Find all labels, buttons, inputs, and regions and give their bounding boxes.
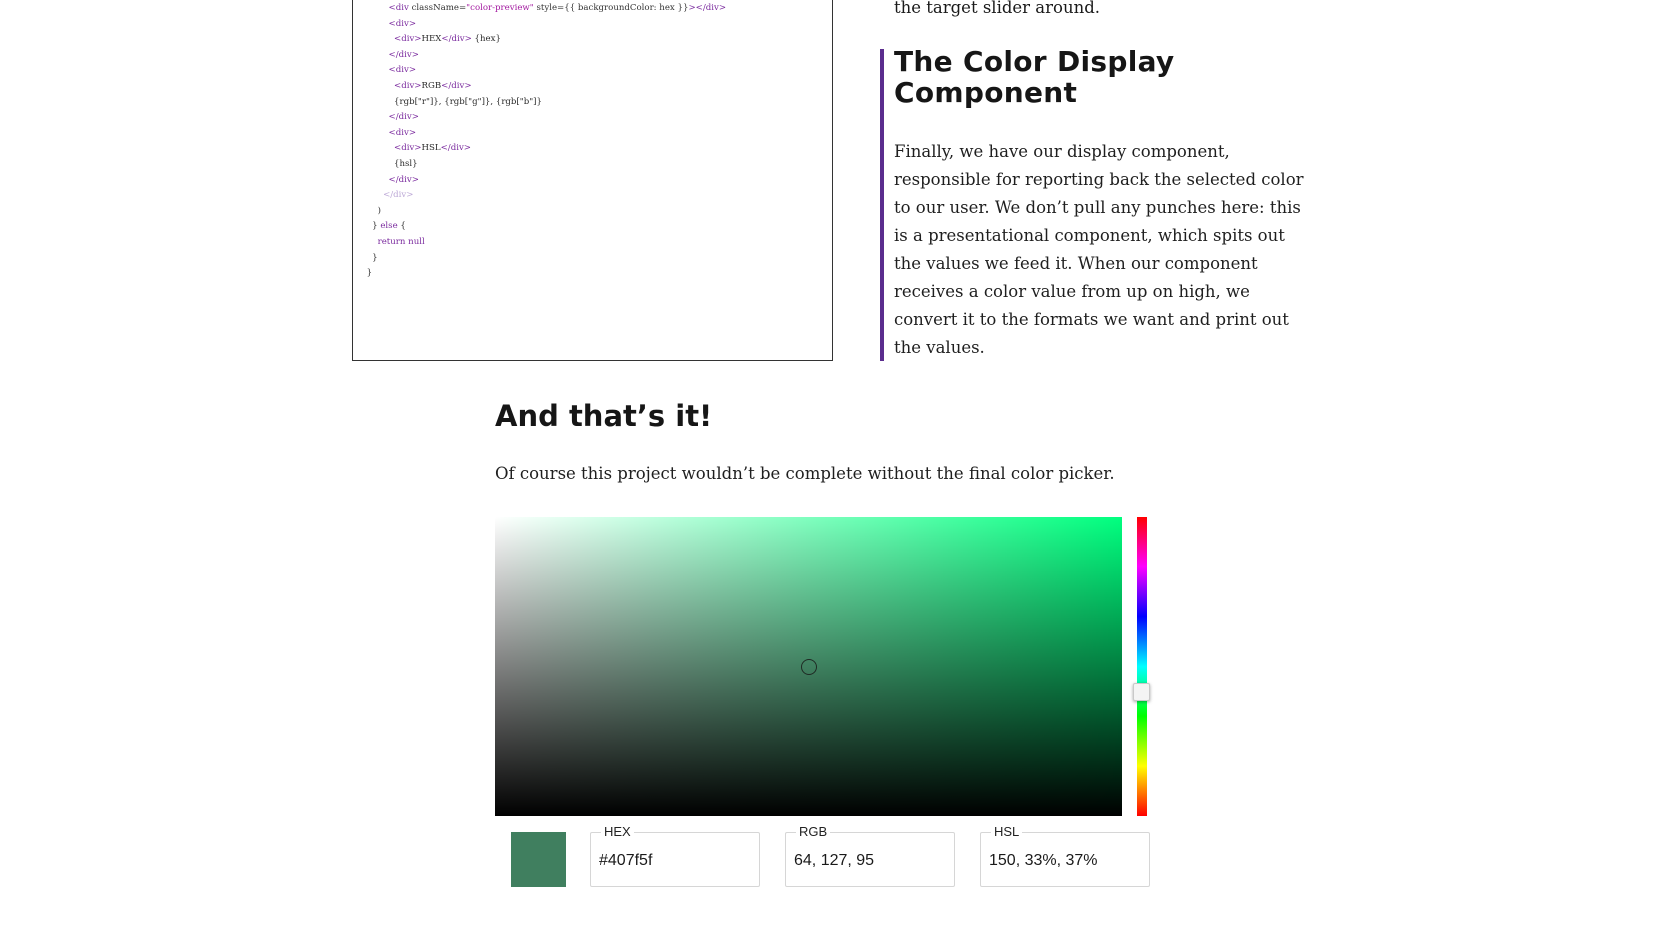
code-line: <div>RGB</div> — [353, 79, 726, 95]
code-token: <div — [388, 3, 412, 13]
code-token: {hex} — [471, 34, 501, 45]
code-line: {rgb["r"]}, {rgb["g"]}, {rgb["b"]} — [353, 95, 726, 111]
rgb-input[interactable] — [794, 851, 944, 871]
hue-slider[interactable] — [1137, 517, 1147, 816]
color-preview-swatch — [511, 832, 566, 887]
code-token: return null — [377, 236, 425, 247]
code-token: style={{ backgroundColor: hex }} — [533, 3, 689, 13]
hex-field: HEX — [590, 824, 760, 887]
code-token: } — [366, 268, 373, 279]
code-screenshot: <div className="color-preview" style={{ … — [352, 0, 833, 361]
rgb-field: RGB — [785, 824, 955, 887]
code-line: </div> — [353, 188, 726, 204]
code-line: ) — [353, 204, 726, 220]
code-line: return null — [353, 235, 726, 251]
code-line: } — [353, 251, 726, 267]
code-token: </div> — [440, 143, 472, 154]
code-token: ></div> — [688, 3, 727, 13]
code-line: <div> — [353, 63, 726, 79]
code-token: <div> — [394, 34, 422, 45]
color-cursor[interactable] — [800, 658, 817, 675]
code-token: else — [380, 221, 398, 232]
code-line: </div> — [353, 173, 726, 189]
code-token: </div> — [388, 174, 419, 185]
code-token: RGB — [421, 80, 442, 91]
code-line: } else { — [353, 219, 726, 235]
code-token: <div> — [388, 127, 417, 138]
section-paragraph: Finally, we have our display component, … — [894, 142, 1304, 357]
previous-paragraph-tail: the target slider around. — [894, 0, 1101, 17]
code-line: <div>HEX</div> {hex} — [353, 32, 726, 48]
code-token: <div> — [394, 143, 422, 154]
hex-input[interactable] — [599, 851, 749, 871]
code-token: className= — [411, 3, 467, 13]
code-token: </div> — [441, 80, 472, 91]
code-token: HEX — [421, 34, 442, 45]
code-line: } — [353, 266, 726, 282]
code-token: { — [397, 221, 406, 232]
code-token: <div> — [388, 65, 417, 76]
code-token: </div> — [388, 49, 419, 60]
code-token: </div> — [388, 112, 419, 123]
code-token: {hsl} — [394, 158, 418, 169]
hsl-field: HSL — [980, 824, 1150, 887]
code-token: {rgb["r"]}, {rgb["g"]}, {rgb["b"]} — [394, 96, 543, 107]
code-token: ) — [377, 205, 381, 216]
code-line: {hsl} — [353, 157, 726, 173]
code-token: <div> — [394, 80, 422, 91]
code-line: <div>HSL</div> — [353, 141, 726, 157]
code-line: <div className="color-preview" style={{ … — [353, 1, 727, 17]
section-accent-rule — [880, 49, 884, 361]
saturation-value-area[interactable] — [495, 517, 1122, 816]
code-block: <div className="color-preview" style={{ … — [353, 1, 726, 282]
code-line: </div> — [353, 110, 726, 126]
code-token: HSL — [421, 143, 441, 154]
code-line: <div> — [353, 17, 726, 33]
code-line: <div> — [353, 126, 726, 142]
code-token: </div> — [441, 34, 472, 45]
hsl-input[interactable] — [989, 851, 1139, 871]
hsl-label: HSL — [991, 824, 1023, 840]
section-heading: The Color Display Component — [894, 45, 1175, 109]
page-heading: And that’s it! — [495, 399, 713, 433]
rgb-label: RGB — [796, 824, 831, 840]
code-token: </div> — [383, 190, 414, 201]
code-line: </div> — [353, 48, 726, 64]
hue-slider-handle[interactable] — [1133, 683, 1150, 702]
code-token: "color-preview" — [466, 3, 534, 13]
intro-paragraph: Of course this project wouldn’t be compl… — [495, 464, 1115, 483]
hex-label: HEX — [601, 824, 634, 840]
code-token: } — [372, 252, 378, 263]
code-token: <div> — [388, 18, 417, 29]
